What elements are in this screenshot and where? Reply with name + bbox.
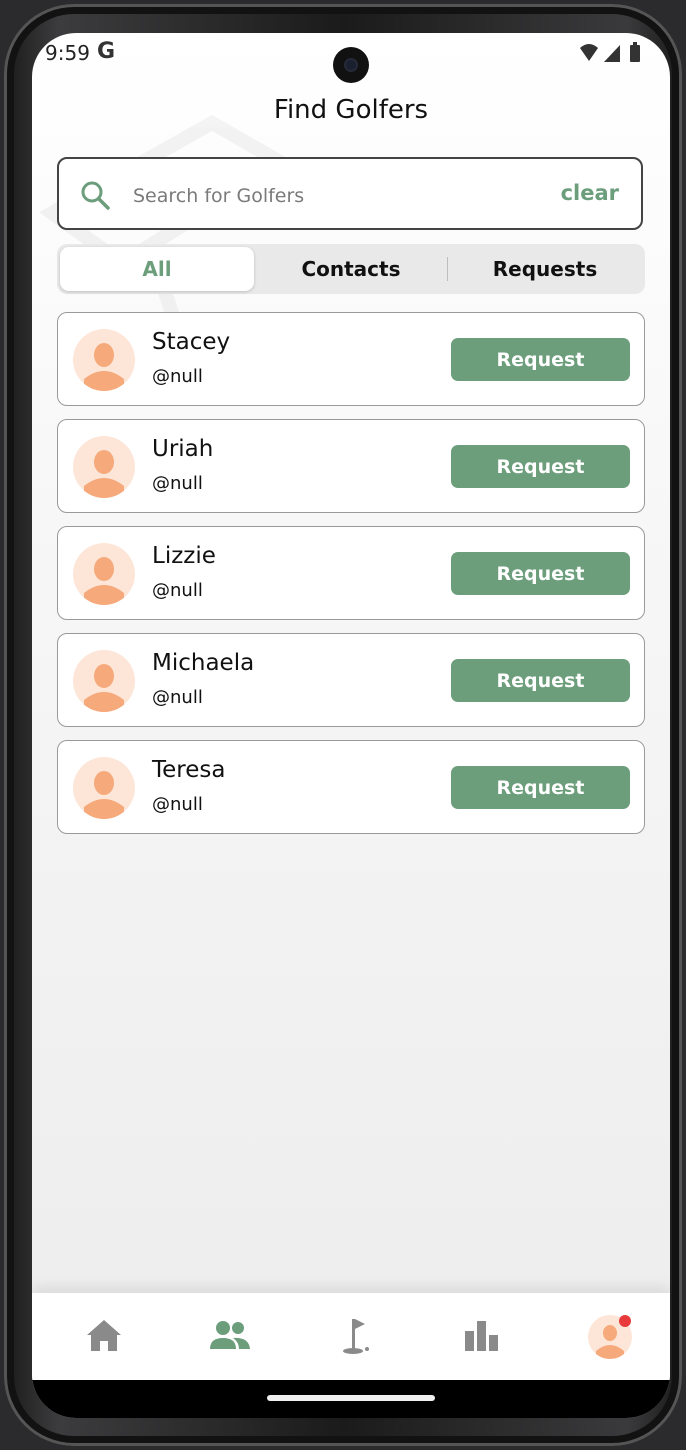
person-icon	[84, 343, 124, 391]
person-icon	[84, 557, 124, 605]
search-icon	[81, 181, 110, 210]
gesture-area	[32, 1380, 670, 1418]
golfer-handle: @null	[152, 366, 203, 387]
avatar	[73, 650, 135, 712]
nav-courses[interactable]	[325, 1311, 385, 1363]
notification-badge	[619, 1315, 631, 1327]
tab-requests[interactable]: Requests	[448, 247, 642, 291]
request-button[interactable]: Request	[451, 338, 630, 381]
person-icon	[84, 664, 124, 712]
golf-flag-icon	[343, 1319, 369, 1354]
tab-contacts[interactable]: Contacts	[254, 247, 448, 291]
golfer-handle: @null	[152, 687, 203, 708]
app-screen: 9:59 G Find Golfers clear All Contacts	[32, 33, 670, 1418]
nav-profile[interactable]	[575, 1311, 635, 1363]
tab-all[interactable]: All	[60, 247, 254, 291]
nav-golfers[interactable]	[200, 1311, 260, 1363]
nav-stats[interactable]	[452, 1311, 512, 1363]
search-bar[interactable]: clear	[57, 157, 643, 230]
golfer-card: Michaela @null Request	[57, 633, 645, 727]
nav-home[interactable]	[74, 1311, 134, 1363]
filter-tabs: All Contacts Requests	[57, 244, 645, 294]
clear-button[interactable]: clear	[561, 181, 619, 205]
signal-icon	[604, 45, 620, 62]
golfer-handle: @null	[152, 580, 203, 601]
page-title: Find Golfers	[273, 95, 429, 125]
golfer-name: Lizzie	[152, 543, 216, 569]
person-icon	[84, 450, 124, 498]
home-icon	[87, 1320, 121, 1351]
golfer-name: Teresa	[152, 757, 226, 783]
bar-chart-icon	[465, 1321, 498, 1351]
request-button[interactable]: Request	[451, 766, 630, 809]
golfer-card: Uriah @null Request	[57, 419, 645, 513]
battery-icon	[630, 45, 640, 62]
avatar	[73, 757, 135, 819]
status-icons	[580, 42, 640, 62]
people-icon	[210, 1321, 250, 1349]
avatar	[73, 329, 135, 391]
bottom-navigation	[32, 1293, 670, 1380]
golfer-handle: @null	[152, 473, 203, 494]
avatar	[73, 543, 135, 605]
search-input[interactable]	[131, 177, 475, 215]
front-camera	[333, 47, 369, 83]
request-button[interactable]: Request	[451, 445, 630, 488]
golfer-card: Teresa @null Request	[57, 740, 645, 834]
wifi-icon	[580, 44, 598, 61]
request-button[interactable]: Request	[451, 552, 630, 595]
google-icon: G	[97, 39, 116, 64]
status-bar: 9:59 G	[32, 33, 670, 83]
status-time: 9:59	[45, 41, 90, 65]
home-gesture-bar[interactable]	[267, 1395, 435, 1401]
avatar	[73, 436, 135, 498]
phone-frame: 9:59 G Find Golfers clear All Contacts	[4, 4, 682, 1446]
golfer-name: Stacey	[152, 329, 231, 355]
golfer-name: Uriah	[152, 436, 214, 462]
request-button[interactable]: Request	[451, 659, 630, 702]
person-icon	[84, 771, 124, 819]
golfer-handle: @null	[152, 794, 203, 815]
golfer-name: Michaela	[152, 650, 255, 676]
golfer-card: Lizzie @null Request	[57, 526, 645, 620]
golfer-card: Stacey @null Request	[57, 312, 645, 406]
